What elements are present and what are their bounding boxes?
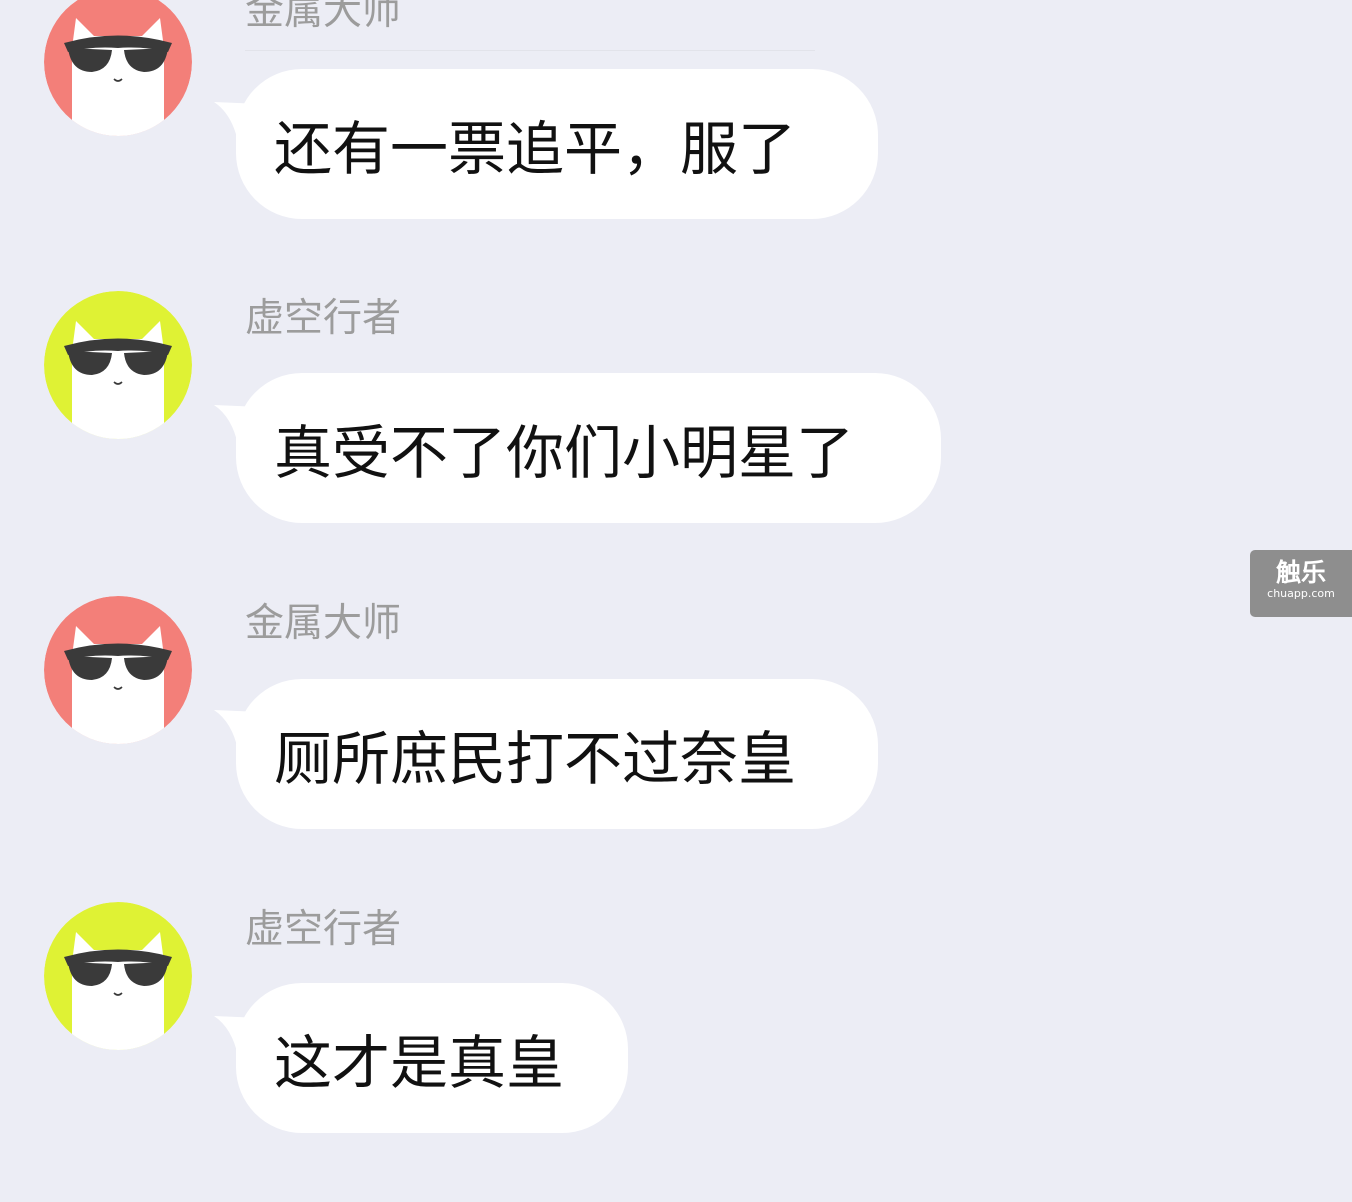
chat-message: 虚空行者 真受不了你们小明星了 — [0, 291, 1100, 591]
cat-sunglasses-icon — [44, 0, 192, 136]
sender-name: 金属大师 — [245, 601, 402, 646]
message-bubble[interactable]: 厕所庶民打不过奈皇 — [236, 679, 878, 829]
watermark-logo-text: 触乐 — [1275, 558, 1326, 587]
cat-sunglasses-icon — [44, 291, 192, 439]
message-text: 真受不了你们小明星了 — [274, 419, 855, 487]
avatar[interactable] — [44, 0, 192, 136]
message-text: 还有一票追平，服了 — [274, 115, 797, 183]
avatar[interactable] — [44, 596, 192, 744]
avatar[interactable] — [44, 291, 192, 439]
chat-message: 金属大师 厕所庶民打不过奈皇 — [0, 596, 1100, 896]
cat-sunglasses-icon — [44, 902, 192, 1050]
message-text: 这才是真皇 — [274, 1029, 565, 1097]
watermark-url: chuapp.com — [1267, 587, 1335, 600]
sender-name: 虚空行者 — [245, 296, 402, 341]
message-text: 厕所庶民打不过奈皇 — [274, 725, 797, 793]
chat-message: 金属大师 还有一票追平，服了 — [0, 0, 1100, 288]
message-bubble[interactable]: 这才是真皇 — [236, 983, 628, 1133]
watermark-badge: 触乐 chuapp.com — [1250, 550, 1352, 617]
divider — [245, 50, 815, 51]
sender-name: 虚空行者 — [245, 907, 402, 952]
message-bubble[interactable]: 真受不了你们小明星了 — [236, 373, 941, 523]
sender-name: 金属大师 — [245, 0, 402, 34]
avatar[interactable] — [44, 902, 192, 1050]
message-bubble[interactable]: 还有一票追平，服了 — [236, 69, 878, 219]
chat-message: 虚空行者 这才是真皇 — [0, 902, 1100, 1202]
cat-sunglasses-icon — [44, 596, 192, 744]
